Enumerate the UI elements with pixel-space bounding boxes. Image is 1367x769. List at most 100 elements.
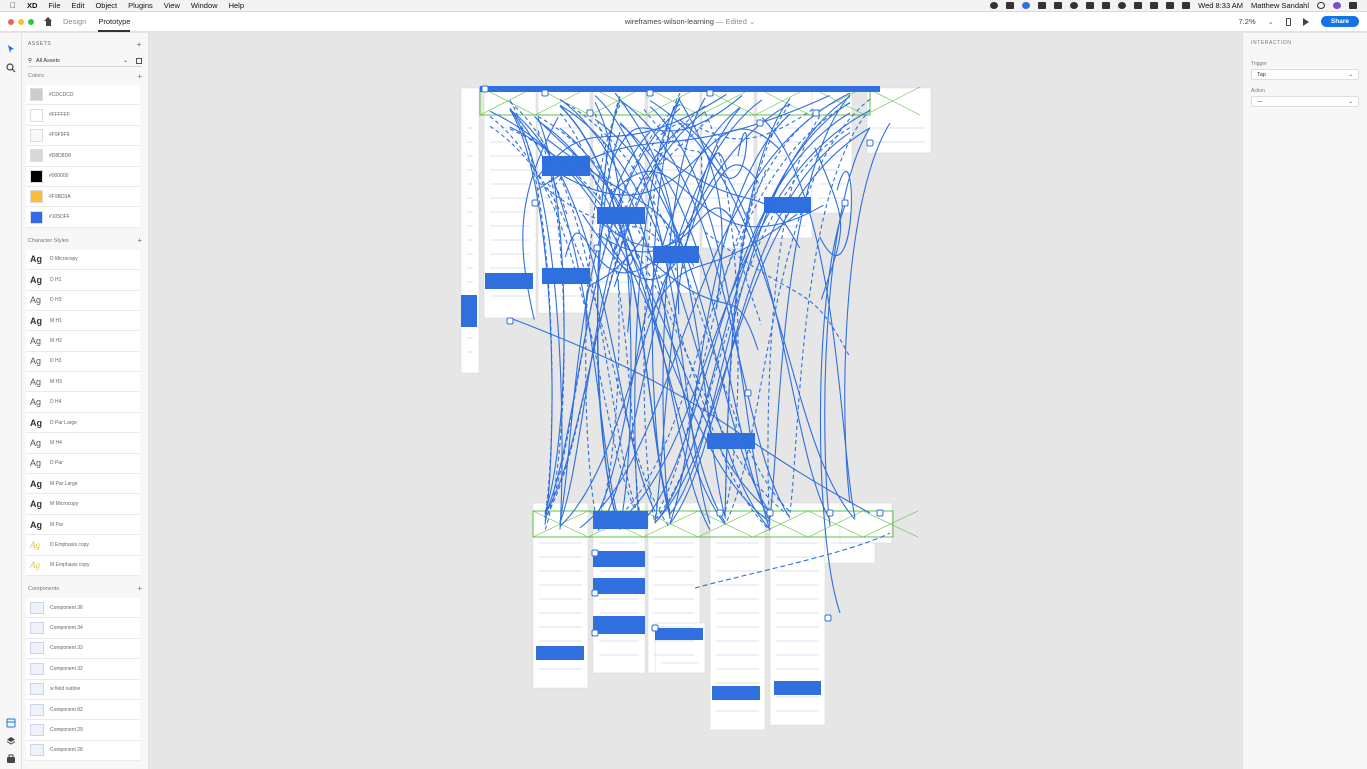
- blue-component[interactable]: [593, 551, 645, 567]
- chevron-down-icon[interactable]: ⌄: [123, 57, 128, 64]
- menu-plugins[interactable]: Plugins: [128, 1, 153, 10]
- character-style-row[interactable]: Ag M Microcopy: [26, 494, 140, 515]
- connection-handle[interactable]: [826, 509, 834, 517]
- close-window-button[interactable]: [8, 18, 14, 25]
- character-style-row[interactable]: Ag D H1: [26, 270, 140, 291]
- connection-handle[interactable]: [744, 389, 752, 397]
- tab-design[interactable]: Design: [63, 12, 86, 32]
- colors-section-title[interactable]: Colors +: [22, 67, 148, 85]
- blue-component[interactable]: [712, 686, 760, 700]
- components-section-title[interactable]: Components +: [22, 580, 148, 598]
- cloud-icon[interactable]: [1038, 2, 1047, 9]
- spotlight-icon[interactable]: [1317, 2, 1325, 9]
- color-asset-row[interactable]: #CDCDCD: [26, 85, 140, 106]
- connection-handle[interactable]: [651, 624, 659, 632]
- connection-handle[interactable]: [824, 614, 832, 622]
- blue-component[interactable]: [593, 578, 645, 594]
- character-style-row[interactable]: Ag M Emphasis copy: [26, 555, 140, 576]
- color-asset-row[interactable]: #000000: [26, 166, 140, 187]
- prototype-canvas-drawing[interactable]: [150, 33, 1242, 769]
- connection-handle[interactable]: [876, 509, 884, 517]
- blue-component[interactable]: [774, 681, 821, 695]
- blue-component[interactable]: [536, 646, 584, 660]
- glasses-icon[interactable]: [990, 2, 999, 9]
- blue-component[interactable]: [593, 616, 645, 634]
- character-style-row[interactable]: Ag D Par Large: [26, 412, 140, 434]
- action-select[interactable]: — ⌄: [1251, 96, 1359, 107]
- add-asset-icon[interactable]: +: [137, 40, 142, 49]
- record-icon[interactable]: [1070, 2, 1079, 9]
- connection-handle[interactable]: [812, 109, 820, 117]
- color-asset-row[interactable]: #FFFFFF: [26, 105, 140, 126]
- menu-view[interactable]: View: [164, 1, 180, 10]
- character-style-row[interactable]: Ag D H4: [26, 392, 140, 413]
- menu-file[interactable]: File: [48, 1, 60, 10]
- menu-help[interactable]: Help: [229, 1, 244, 10]
- sync-icon[interactable]: [1006, 2, 1015, 9]
- artboard[interactable]: [811, 87, 853, 214]
- trigger-select[interactable]: Tap ⌄: [1251, 69, 1359, 80]
- menu-edit[interactable]: Edit: [72, 1, 85, 10]
- wifi-icon[interactable]: [1118, 2, 1127, 9]
- chevron-down-icon[interactable]: ⌄: [749, 17, 755, 26]
- character-style-row[interactable]: Ag M H2: [26, 331, 140, 352]
- connection-handle[interactable]: [706, 89, 714, 97]
- component-row[interactable]: Component 32: [26, 659, 140, 680]
- connection-handle[interactable]: [506, 317, 514, 325]
- connection-handle[interactable]: [481, 85, 489, 93]
- zoom-search-icon[interactable]: [6, 60, 16, 73]
- blue-component[interactable]: [655, 628, 703, 640]
- menu-window[interactable]: Window: [191, 1, 218, 10]
- character-style-row[interactable]: Ag D Par: [26, 453, 140, 475]
- home-icon[interactable]: [44, 17, 53, 26]
- bluetooth-icon[interactable]: [1102, 2, 1111, 9]
- blue-component[interactable]: [542, 268, 590, 284]
- volume-icon[interactable]: [1150, 2, 1159, 9]
- character-style-row[interactable]: Ag M H1: [26, 310, 140, 332]
- play-preview-icon[interactable]: [1302, 17, 1309, 26]
- add-character-style-icon[interactable]: +: [137, 236, 142, 245]
- color-asset-row[interactable]: #105DFF: [26, 207, 140, 228]
- connection-handle[interactable]: [586, 109, 594, 117]
- artboard[interactable]: [532, 502, 589, 689]
- layers-icon[interactable]: [6, 733, 16, 745]
- blue-component[interactable]: [461, 295, 477, 327]
- character-style-row[interactable]: Ag M Par: [26, 514, 140, 536]
- creative-cloud-icon[interactable]: [1022, 2, 1031, 9]
- component-row[interactable]: w field outline: [26, 679, 140, 700]
- component-row[interactable]: Component 29: [26, 720, 140, 741]
- character-style-row[interactable]: Ag D Emphasis copy: [26, 535, 140, 556]
- connection-handle[interactable]: [591, 589, 599, 597]
- menubar-clock[interactable]: Wed 8:33 AM: [1198, 1, 1243, 10]
- zoom-level[interactable]: 7.2%: [1239, 17, 1256, 26]
- grid-view-icon[interactable]: [136, 57, 142, 64]
- character-style-row[interactable]: Ag M H4: [26, 433, 140, 454]
- battery-icon[interactable]: [1166, 2, 1175, 9]
- zoom-window-button[interactable]: [28, 18, 34, 25]
- connection-handle[interactable]: [591, 549, 599, 557]
- color-asset-row[interactable]: #F9F9F9: [26, 125, 140, 147]
- connection-handle[interactable]: [756, 119, 764, 127]
- select-arrow-icon[interactable]: [6, 41, 16, 53]
- connection-handle[interactable]: [591, 629, 599, 637]
- connection-handle[interactable]: [531, 199, 539, 207]
- component-row[interactable]: Component 36: [26, 597, 140, 619]
- minimize-window-button[interactable]: [18, 18, 24, 25]
- connection-handle[interactable]: [716, 509, 724, 517]
- connection-handle[interactable]: [766, 509, 774, 517]
- character-styles-section-title[interactable]: Character Styles +: [22, 232, 148, 250]
- assets-filter[interactable]: ⚲ All Assets ⌄: [28, 55, 142, 67]
- component-row[interactable]: Component 33: [26, 638, 140, 660]
- notification-center-icon[interactable]: [1349, 2, 1357, 9]
- add-color-icon[interactable]: +: [137, 72, 142, 81]
- plugins-icon[interactable]: [6, 751, 16, 763]
- component-row[interactable]: Component 34: [26, 618, 140, 639]
- clipboard-icon[interactable]: [1086, 2, 1095, 9]
- connection-handle[interactable]: [646, 89, 654, 97]
- character-style-row[interactable]: Ag D H3: [26, 351, 140, 373]
- device-preview-icon[interactable]: [1285, 17, 1291, 26]
- menubar-user[interactable]: Matthew Sandahl: [1251, 1, 1309, 10]
- blue-component[interactable]: [480, 86, 880, 92]
- zoom-chevron-down-icon[interactable]: ⌄: [1268, 17, 1274, 26]
- component-row[interactable]: Component 28: [26, 740, 140, 762]
